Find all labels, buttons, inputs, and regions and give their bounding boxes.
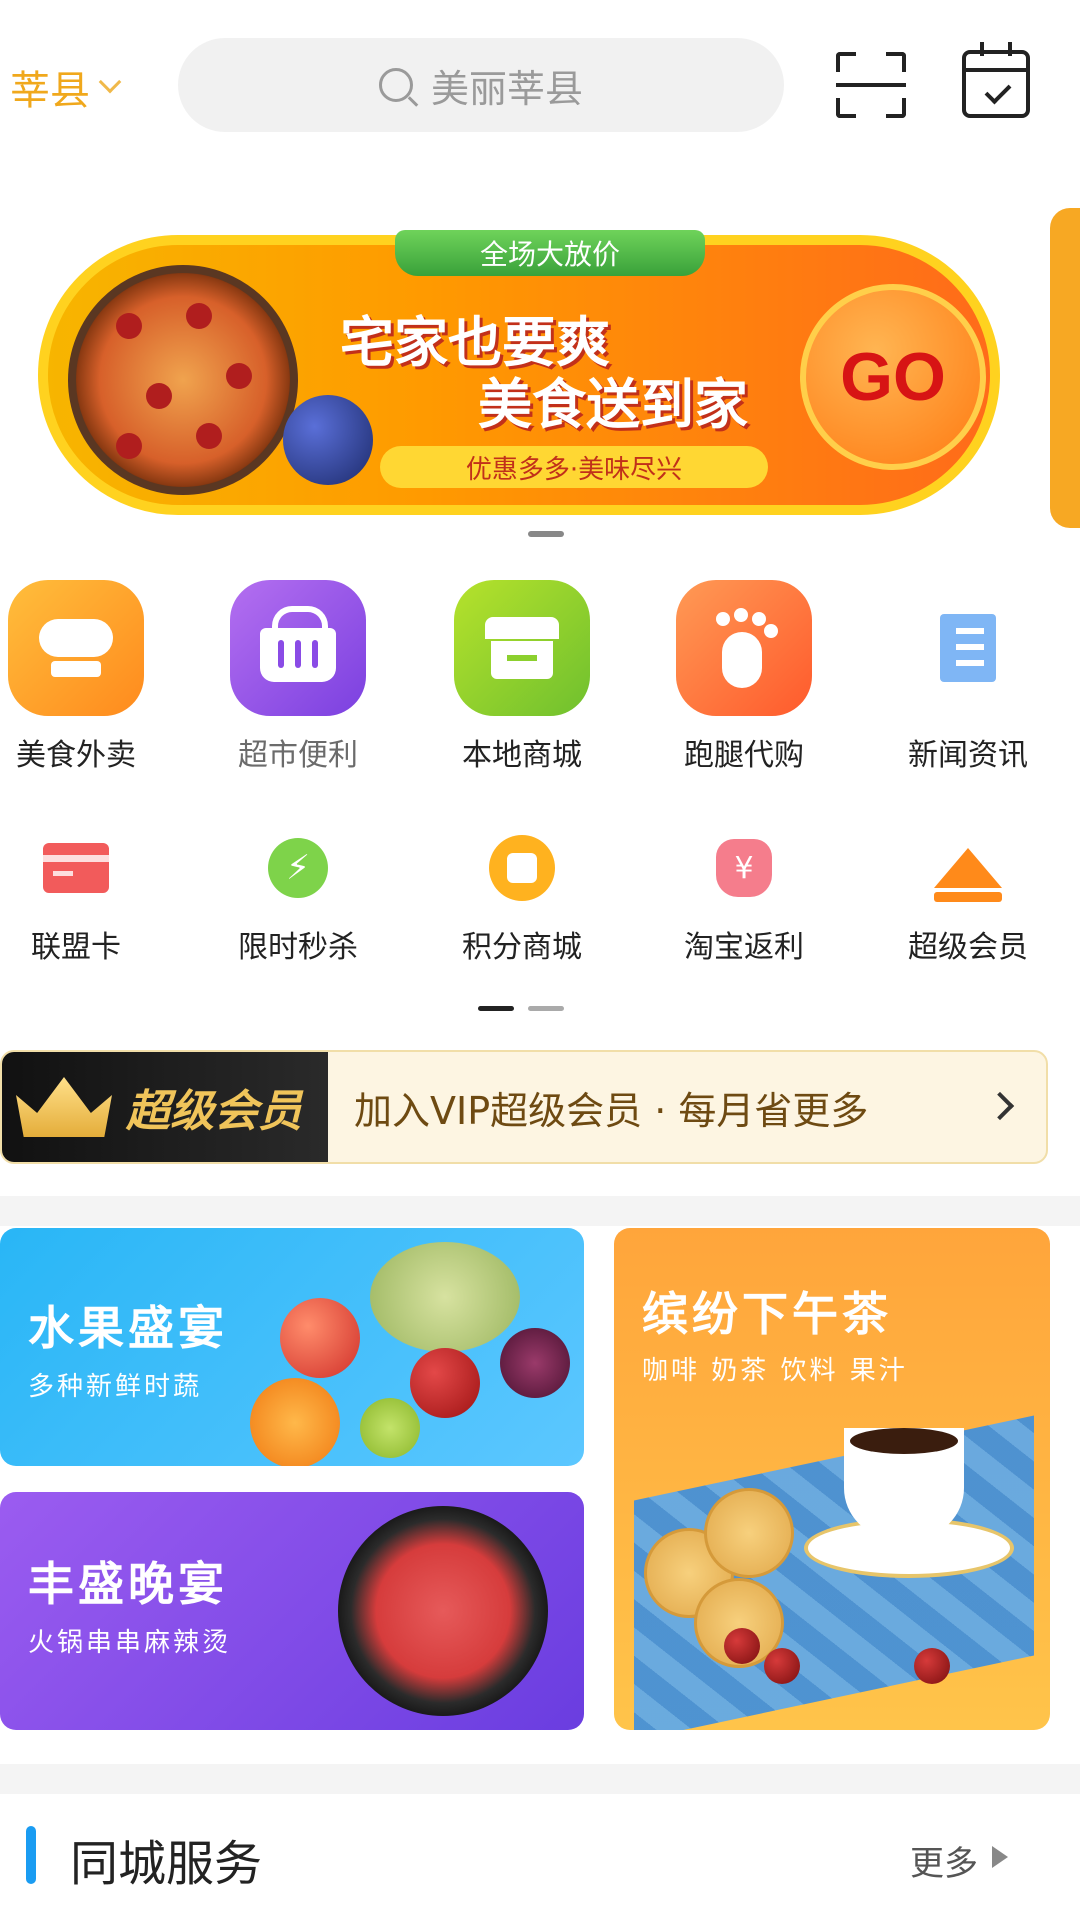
news-icon	[900, 580, 1036, 716]
promo-subtitle: 多种新鲜时蔬	[28, 1372, 203, 1402]
city-selector[interactable]: 莘县	[10, 58, 122, 116]
grid-item-label: 淘宝返利	[684, 930, 804, 965]
play-arrow-icon[interactable]	[992, 1846, 1008, 1868]
hotpot-image	[338, 1506, 548, 1716]
promo-card-afternoon-tea[interactable]: 缤纷下午茶 咖啡 奶茶 饮料 果汁	[614, 1228, 1050, 1730]
melon-image	[370, 1242, 520, 1352]
promo-title: 水果盛宴	[28, 1301, 228, 1355]
grid-item-points-mall[interactable]: 积分商城	[432, 828, 612, 966]
banner-go-button[interactable]: GO	[800, 284, 986, 470]
calendar-check-icon[interactable]	[962, 42, 1030, 118]
divider	[0, 1764, 1080, 1794]
grid-item-label: 新闻资讯	[908, 738, 1028, 773]
section-local-services: 同城服务 更多	[0, 1794, 1048, 1920]
gold-crown-icon	[16, 1077, 112, 1137]
grid-item-label: 联盟卡	[31, 930, 121, 965]
coin-icon	[482, 828, 562, 908]
divider	[0, 1196, 1080, 1226]
city-name: 莘县	[10, 68, 90, 114]
grid-item-label: 积分商城	[462, 930, 582, 965]
search-input[interactable]: 美丽莘县	[178, 38, 784, 132]
grid-item-local-mall[interactable]: 本地商城	[432, 580, 612, 774]
search-placeholder: 美丽莘县	[430, 66, 583, 111]
grid-item-errand[interactable]: 跑腿代购	[654, 580, 834, 774]
chevron-down-icon	[98, 70, 122, 94]
grid-item-label: 超级会员	[908, 930, 1028, 965]
blueberries-image	[283, 395, 373, 485]
grapes-image	[360, 1398, 420, 1458]
coffee-cup-image	[844, 1428, 964, 1538]
section-accent-bar	[26, 1826, 36, 1884]
banner-subtitle: 优惠多多·美味尽兴	[380, 446, 768, 488]
grid-item-label: 跑腿代购	[684, 738, 804, 773]
basket-icon	[230, 580, 366, 716]
grid-item-label: 超市便利	[238, 738, 358, 773]
chef-hat-icon	[8, 580, 144, 716]
vip-badge-text: 超级会员	[126, 1086, 302, 1137]
apple-image	[280, 1298, 360, 1378]
grid-item-taobao-rebate[interactable]: ¥ 淘宝返利	[654, 828, 834, 966]
passion-fruit-image	[500, 1328, 570, 1398]
promo-title: 丰盛晚宴	[28, 1557, 228, 1611]
search-icon	[378, 68, 413, 102]
store-icon	[454, 580, 590, 716]
cherry-image	[914, 1648, 950, 1684]
section-title: 同城服务	[70, 1836, 263, 1892]
money-bag-icon: ¥	[704, 828, 784, 908]
pizza-image	[68, 265, 298, 495]
service-grid-row-2: 联盟卡 ⚡ 限时秒杀 积分商城 ¥ 淘宝返利 超级会员	[0, 828, 1080, 1008]
grid-item-news[interactable]: 新闻资讯	[878, 580, 1058, 774]
promo-subtitle: 火锅串串麻辣烫	[28, 1628, 232, 1658]
promo-card-fruit[interactable]: 水果盛宴 多种新鲜时蔬	[0, 1228, 584, 1466]
banner-headline-2: 美食送到家	[478, 373, 748, 436]
grid-item-label: 美食外卖	[16, 738, 136, 773]
footprint-icon	[676, 580, 812, 716]
chevron-right-icon	[985, 1091, 1015, 1121]
grid-item-food-delivery[interactable]: 美食外卖	[0, 580, 166, 774]
vip-promo-text: 加入VIP超级会员 · 每月省更多	[354, 1088, 869, 1133]
service-grid-row-1: 美食外卖 超市便利 本地商城 跑腿代购 新闻资讯	[0, 580, 1080, 780]
top-bar: 莘县 美丽莘县	[0, 0, 1080, 170]
grid-item-alliance-card[interactable]: 联盟卡	[0, 828, 166, 966]
grid-page-indicator	[528, 1006, 564, 1011]
promo-title: 缤纷下午茶	[642, 1287, 892, 1341]
grid-item-flash-sale[interactable]: ⚡ 限时秒杀	[208, 828, 388, 966]
banner-page-indicator	[528, 531, 564, 537]
more-link[interactable]: 更多	[910, 1836, 978, 1885]
grid-page-indicator-active	[478, 1006, 514, 1011]
crown-icon	[928, 828, 1008, 908]
scan-icon[interactable]	[836, 52, 906, 118]
alarm-clock-icon: ⚡	[258, 828, 338, 908]
cookie-image	[704, 1488, 794, 1578]
orange-image	[250, 1378, 340, 1466]
vip-promo-bar[interactable]: 超级会员 加入VIP超级会员 · 每月省更多	[0, 1050, 1048, 1164]
cherry-image	[764, 1648, 800, 1684]
grid-item-super-member[interactable]: 超级会员	[878, 828, 1058, 966]
promo-subtitle: 咖啡 奶茶 饮料 果汁	[642, 1356, 908, 1386]
next-banner-peek	[1050, 208, 1080, 528]
banner-top-tag: 全场大放价	[395, 230, 705, 276]
strawberry-image	[410, 1348, 480, 1418]
grid-item-label: 本地商城	[462, 738, 582, 773]
card-icon	[36, 828, 116, 908]
vip-badge: 超级会员	[2, 1052, 328, 1162]
promo-card-dinner[interactable]: 丰盛晚宴 火锅串串麻辣烫	[0, 1492, 584, 1730]
cherry-image	[724, 1628, 760, 1664]
grid-item-label: 限时秒杀	[238, 930, 358, 965]
grid-item-supermarket[interactable]: 超市便利	[208, 580, 388, 774]
